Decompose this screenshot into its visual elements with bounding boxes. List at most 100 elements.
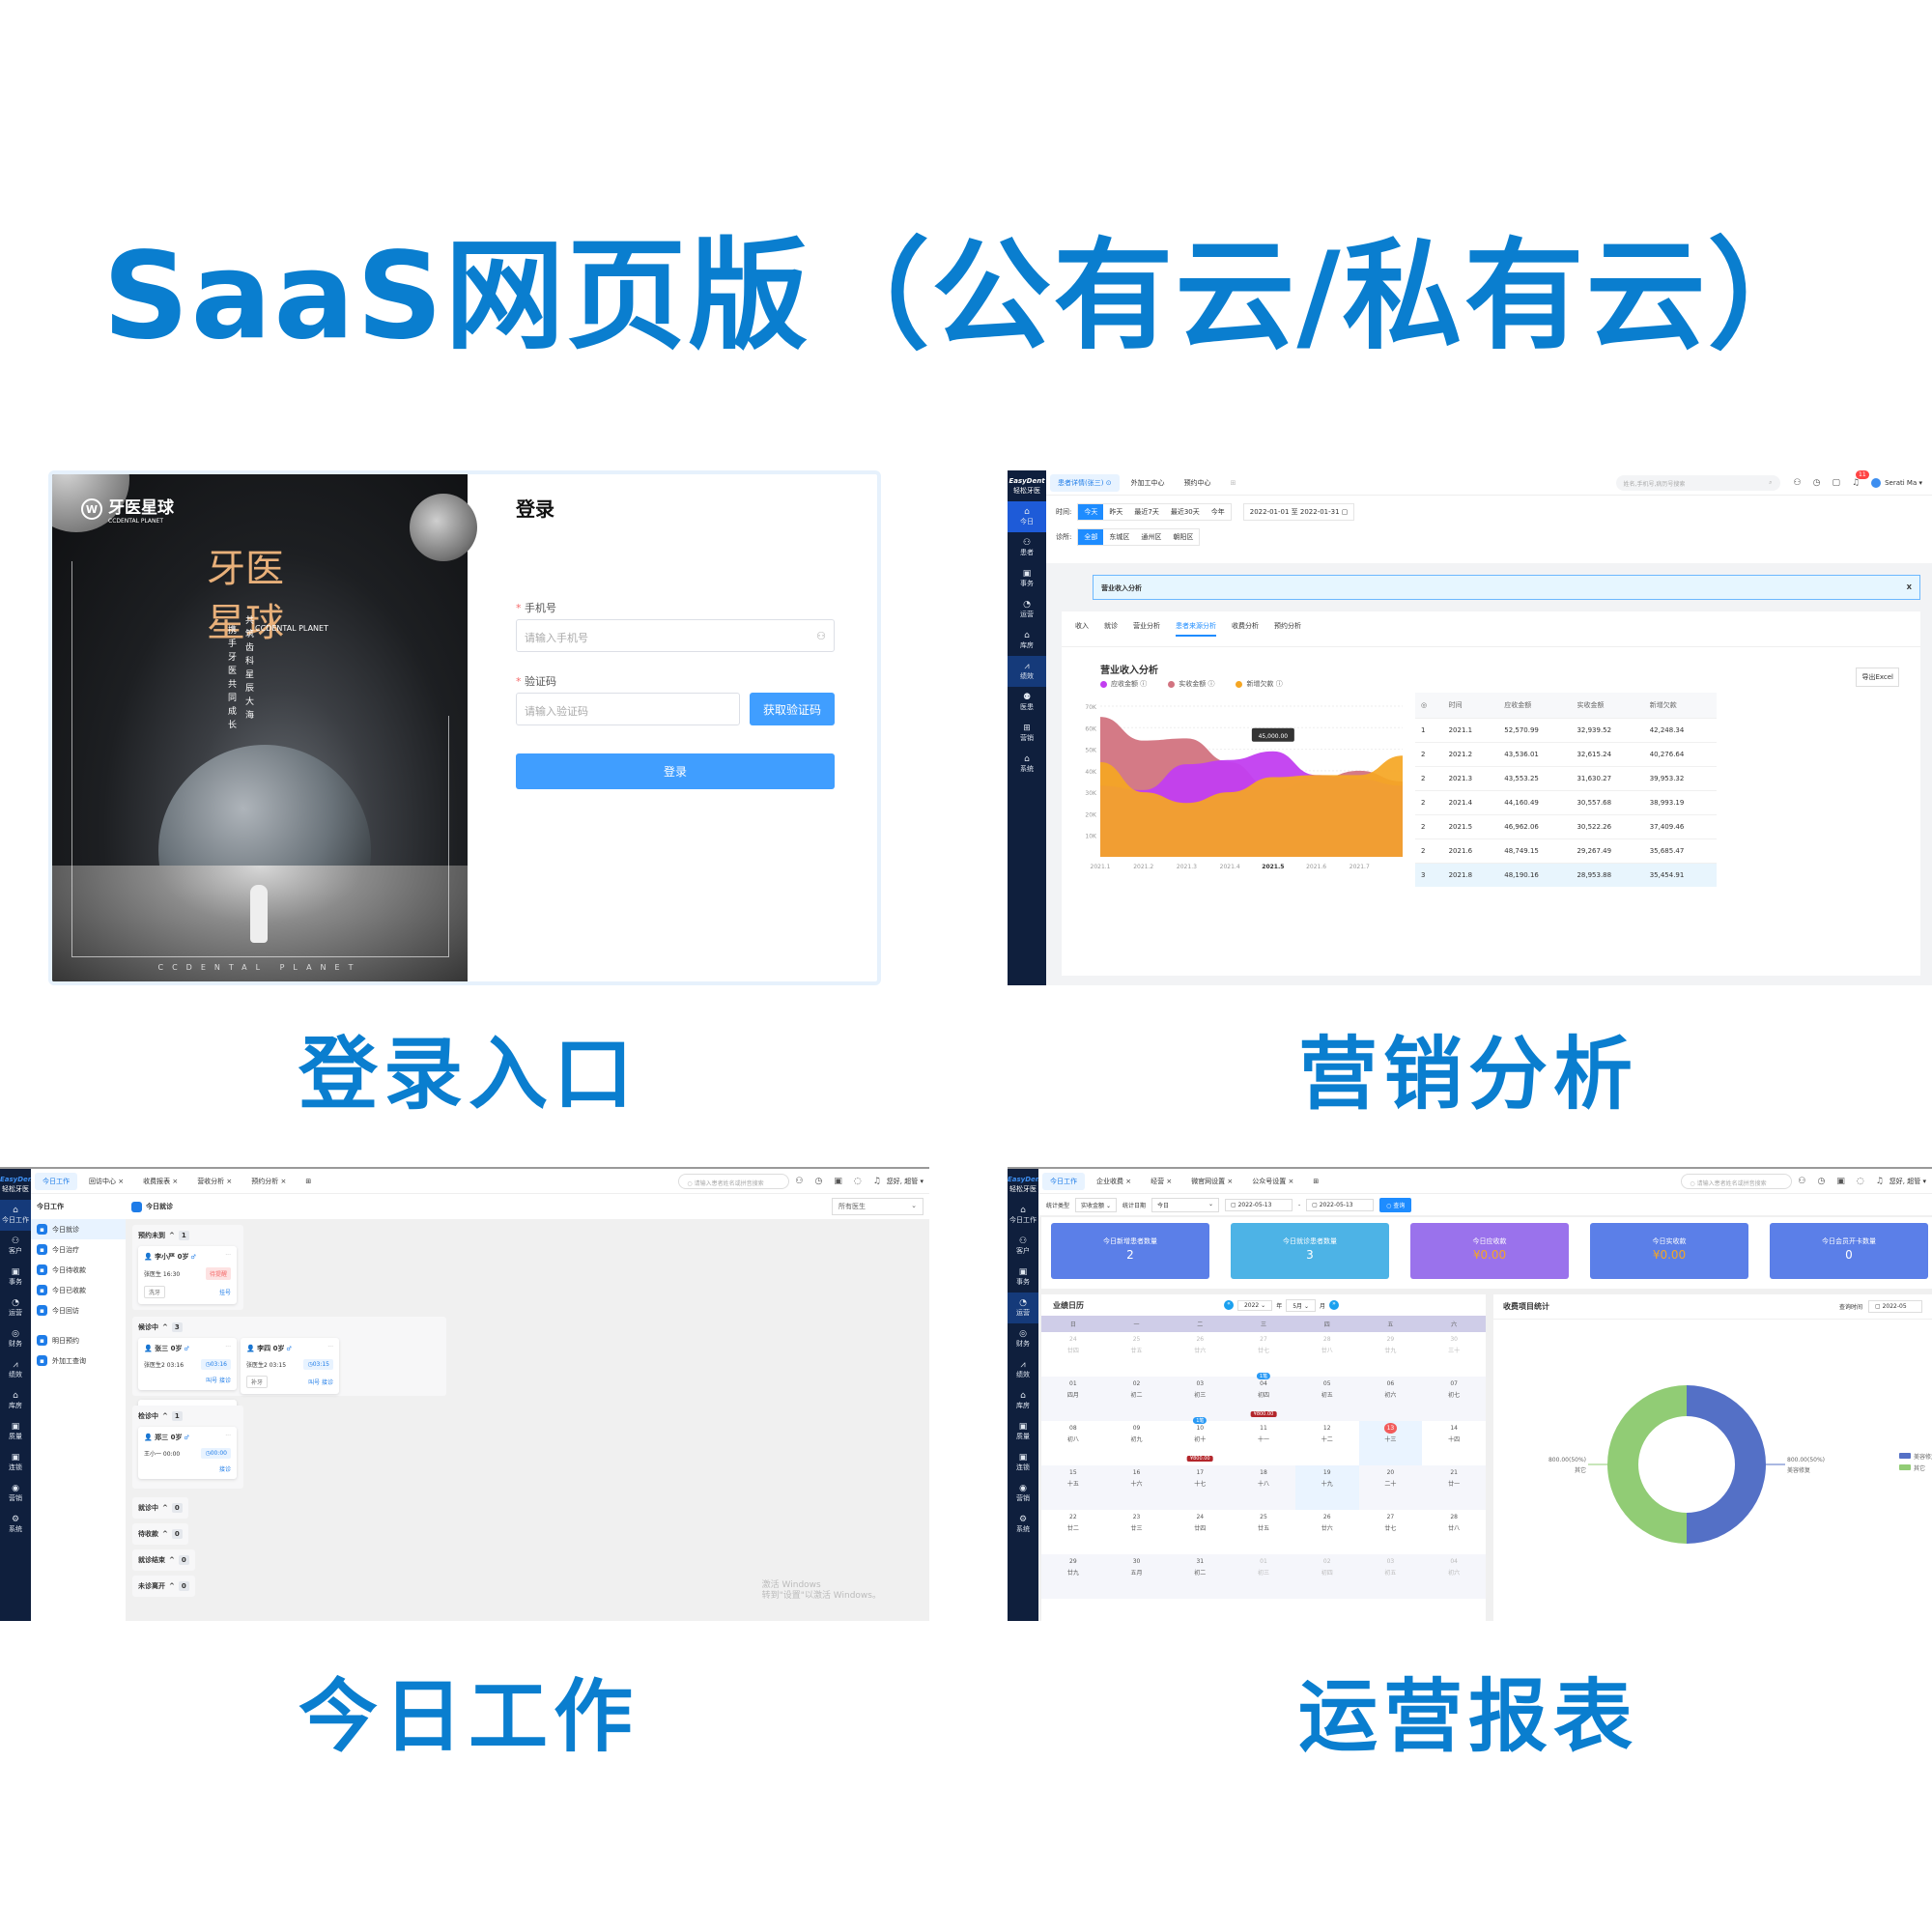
calendar-day[interactable]: 30 三十 xyxy=(1422,1332,1486,1377)
grid-icon[interactable]: ⊞ xyxy=(1223,475,1244,491)
calendar-day[interactable]: 30 五月 xyxy=(1104,1554,1169,1599)
tree-item[interactable]: ▪ 今日治疗 xyxy=(31,1239,126,1260)
tree-item[interactable]: ▪ 外加工查询 xyxy=(31,1350,126,1371)
code-input[interactable]: 请输入验证码 xyxy=(516,693,740,725)
analysis-tab[interactable]: 患者来源分析 xyxy=(1176,621,1216,637)
calendar-day[interactable]: 24 廿四 xyxy=(1041,1332,1105,1377)
calendar-day[interactable]: 01 初三 xyxy=(1232,1554,1295,1599)
calendar-day[interactable]: 16 十六 xyxy=(1104,1465,1169,1510)
nav-item-9[interactable]: ◉ 营销 xyxy=(1008,1478,1038,1509)
table-row[interactable]: 3 2021.8 48,190.16 28,953.88 35,454.91 xyxy=(1415,863,1717,887)
user-icon[interactable]: ⚇ xyxy=(1798,1177,1805,1186)
nav-item-3[interactable]: ◔ 运营 xyxy=(1008,594,1046,625)
user-menu[interactable]: 您好, 超管 ▾ xyxy=(1889,1177,1926,1186)
table-row[interactable]: 2 2021.3 43,553.25 31,630.27 39,953.32 xyxy=(1415,766,1717,791)
nav-item-8[interactable]: ▣ 连锁 xyxy=(0,1447,31,1478)
calendar-day[interactable]: 05 初五 xyxy=(1294,1377,1359,1421)
nav-item-0[interactable]: ⌂ 今日工作 xyxy=(0,1200,31,1231)
nav-item-4[interactable]: ◎ 财务 xyxy=(0,1323,31,1354)
calendar-day[interactable]: 13 十三 xyxy=(1358,1421,1423,1465)
tab[interactable]: 今日工作 xyxy=(1042,1172,1085,1190)
grid-icon[interactable]: ⊞ xyxy=(1305,1174,1326,1189)
table-row[interactable]: 2 2021.2 43,536.01 32,615.24 40,276.64 xyxy=(1415,742,1717,767)
calendar-day[interactable]: 24 廿四 xyxy=(1168,1510,1232,1554)
tab[interactable]: 收费报表 × xyxy=(135,1173,185,1190)
nav-item-6[interactable]: ⚉ 医患 xyxy=(1008,687,1046,718)
time-chip[interactable]: 昨天 xyxy=(1103,504,1128,520)
bell-icon[interactable]: ♫ 11 xyxy=(1852,470,1869,488)
time-chip[interactable]: 最近30天 xyxy=(1165,504,1206,520)
doctor-icon[interactable]: ⚇ xyxy=(1794,478,1802,488)
phone-input[interactable]: 请输入手机号 ⚇ xyxy=(516,619,835,652)
calendar-day[interactable]: 04 初六 xyxy=(1422,1554,1486,1599)
table-row[interactable]: 2 2021.6 48,749.15 29,267.49 35,685.47 xyxy=(1415,838,1717,864)
nav-item-2[interactable]: ▣ 事务 xyxy=(1008,563,1046,594)
calendar-day[interactable]: 02 初二 xyxy=(1104,1377,1169,1421)
tree-item[interactable]: ▪ 今日回访 xyxy=(31,1300,126,1321)
nav-item-10[interactable]: ⚙ 系统 xyxy=(1008,1509,1038,1540)
search-input[interactable]: 姓名,手机号,病历号搜索 ⌕ xyxy=(1615,474,1780,491)
register-link[interactable]: 挂号 xyxy=(219,1288,231,1296)
calendar-day[interactable]: 10 初十 1笔 ¥800.00 xyxy=(1168,1417,1232,1465)
analysis-tab[interactable]: 就诊 xyxy=(1104,621,1118,637)
start-date-input[interactable]: ▢ 2022-05-13 xyxy=(1224,1198,1293,1211)
calendar-day[interactable]: 21 廿一 xyxy=(1422,1465,1486,1510)
avatar[interactable] xyxy=(1871,477,1882,488)
user-menu[interactable]: 您好, 超管 ▾ xyxy=(887,1177,923,1186)
calendar-day[interactable]: 27 廿七 xyxy=(1232,1332,1295,1377)
time-chip[interactable]: 今年 xyxy=(1206,504,1231,520)
calendar-day[interactable]: 08 初八 xyxy=(1041,1421,1105,1465)
search-input[interactable]: ○ 请输入患者姓名或拼音搜索 xyxy=(1681,1173,1793,1189)
legend-item[interactable]: 应收金额 ⓘ xyxy=(1100,679,1147,689)
nav-item-3[interactable]: ◔ 运营 xyxy=(0,1293,31,1323)
clock-icon[interactable]: ◷ xyxy=(1817,1177,1825,1186)
clinic-chip[interactable]: 通州区 xyxy=(1135,529,1167,545)
tab[interactable]: 回访中心 × xyxy=(81,1173,131,1190)
clinic-chip[interactable]: 全部 xyxy=(1078,529,1104,545)
calendar-day[interactable]: 18 十八 xyxy=(1232,1465,1295,1510)
nav-item-8[interactable]: ▣ 连锁 xyxy=(1008,1447,1038,1478)
analysis-tab[interactable]: 收费分析 xyxy=(1232,621,1259,637)
calendar-day[interactable]: 31 初二 xyxy=(1168,1554,1233,1599)
nav-item-5[interactable]: ⩘ 绩效 xyxy=(1008,1354,1038,1385)
tree-item[interactable]: ▪ 今日就诊 xyxy=(31,1219,126,1239)
nav-item-3[interactable]: ◔ 运营 xyxy=(1008,1293,1038,1323)
date-range-picker[interactable]: 2022-01-01 至 2022-01-31 ▢ xyxy=(1242,503,1355,521)
patient-card[interactable]: 👤 李四 0岁 ♂ ··· 张医生2 03:15 ◷03:15 补牙 叫号 接诊 xyxy=(241,1338,339,1394)
query-button[interactable]: ○ 查询 xyxy=(1379,1197,1412,1212)
calendar-day[interactable]: 23 廿三 xyxy=(1105,1510,1169,1554)
grid-icon[interactable]: ⊞ xyxy=(298,1174,319,1189)
calendar-day[interactable]: 29 廿九 xyxy=(1041,1554,1105,1599)
call-receive-links[interactable]: 叫号 接诊 xyxy=(206,1376,231,1384)
nav-item-1[interactable]: ⚇ 客户 xyxy=(0,1231,31,1262)
nav-item-10[interactable]: ⚙ 系统 xyxy=(0,1509,31,1540)
nav-item-7[interactable]: ▣ 质量 xyxy=(0,1416,31,1447)
nav-item-9[interactable]: ◉ 营销 xyxy=(0,1478,31,1509)
date-select[interactable]: 今日 ⌄ xyxy=(1151,1197,1219,1212)
calendar-day[interactable]: 12 十二 xyxy=(1295,1421,1359,1465)
bell-icon[interactable]: ♫ xyxy=(873,1177,881,1186)
tab-outsource[interactable]: 外加工中心 xyxy=(1123,474,1173,492)
prev-month-button[interactable]: « xyxy=(1223,1300,1234,1310)
calendar-day[interactable]: 27 廿七 xyxy=(1359,1510,1423,1554)
tree-item[interactable]: ▪ 明日预约 xyxy=(31,1330,126,1350)
search-input[interactable]: ○ 请输入患者姓名或拼音搜索 xyxy=(678,1173,790,1189)
calendar-day[interactable]: 17 十七 xyxy=(1168,1465,1233,1510)
nav-item-1[interactable]: ⚇ 客户 xyxy=(1008,1231,1038,1262)
user-icon[interactable]: ⚇ xyxy=(795,1177,803,1186)
analysis-tab[interactable]: 预约分析 xyxy=(1274,621,1301,637)
message-icon[interactable]: ▢ xyxy=(1832,478,1840,488)
calendar-day[interactable]: 25 廿五 xyxy=(1105,1332,1169,1377)
legend-item[interactable]: 实收金额 ⓘ xyxy=(1168,679,1214,689)
doctor-select[interactable]: 所有医生 ⌄ xyxy=(832,1198,923,1215)
tree-item[interactable]: ▪ 今日已收款 xyxy=(31,1280,126,1300)
patient-card[interactable]: 👤 郑三 0岁 ♂ ··· 王小一 00:00 ◷00:00 接诊 xyxy=(138,1427,237,1479)
tree-item[interactable]: ▪ 今日待收款 xyxy=(31,1260,126,1280)
status-group[interactable]: 待收款 ^ 0 xyxy=(132,1523,188,1545)
nav-item-8[interactable]: ⌂ 系统 xyxy=(1008,749,1046,780)
calendar-day[interactable]: 03 初五 xyxy=(1358,1554,1423,1599)
calendar-day[interactable]: 26 廿六 xyxy=(1295,1510,1359,1554)
calendar-day[interactable]: 07 初七 xyxy=(1422,1377,1486,1421)
tab[interactable]: 预约分析 × xyxy=(243,1173,294,1190)
clock-icon[interactable]: ◷ xyxy=(1813,478,1821,488)
